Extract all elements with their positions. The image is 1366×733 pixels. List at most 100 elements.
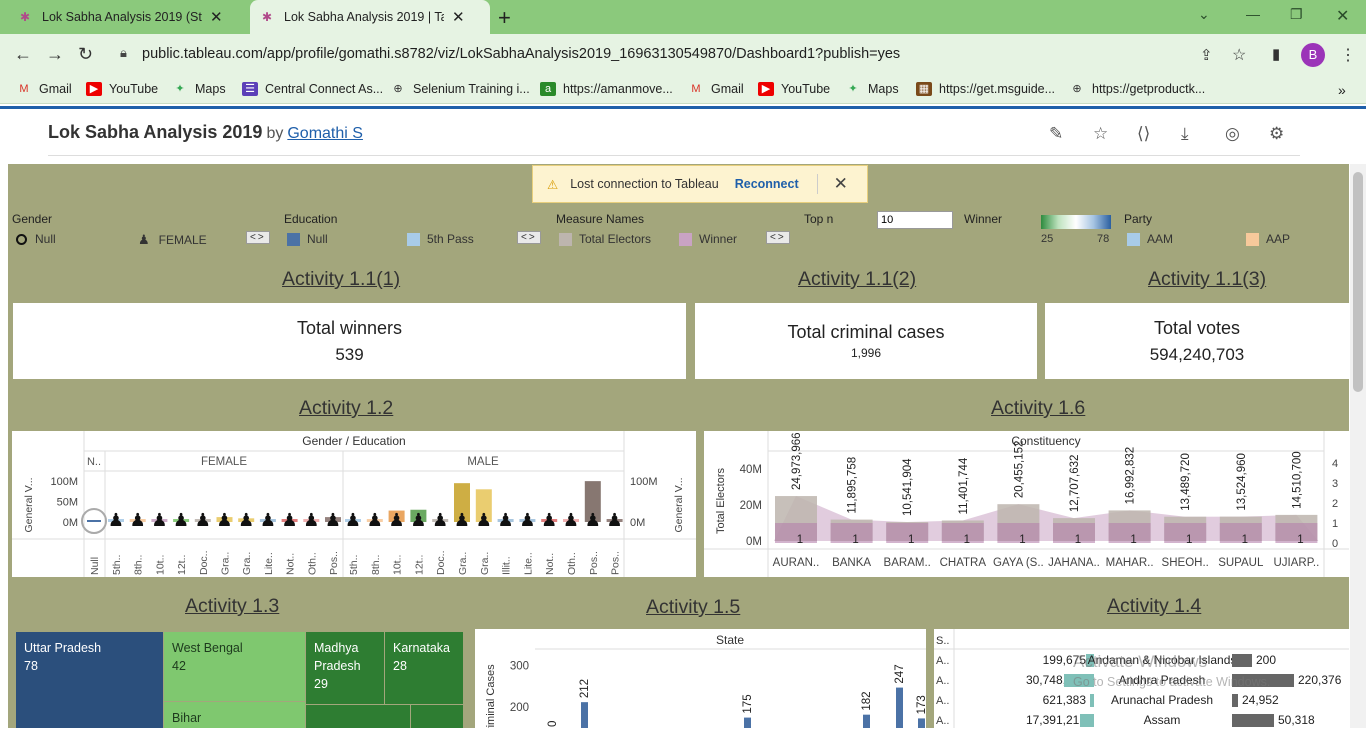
x-tick-label: Doc..	[435, 550, 447, 575]
treemap-cell-karnataka[interactable]: Karnataka 28	[385, 632, 463, 704]
row-header: A..	[936, 675, 949, 687]
column-header-male: MALE	[467, 456, 499, 468]
x-tick-label: Gra..	[220, 552, 232, 575]
person-marker-icon: ♟	[216, 510, 232, 531]
bookmark-selenium[interactable]: ⊕ Selenium Training i...	[390, 82, 529, 96]
winner-gradient-min: 25	[1041, 233, 1054, 245]
gender-item-null[interactable]: Null	[16, 232, 56, 246]
education-pager[interactable]: <>	[517, 231, 541, 244]
criminal-cases-chart[interactable]: State Criminal Cases 300 200 0 212 175 182 247 17…	[475, 629, 928, 733]
top-n-input[interactable]: 10	[877, 211, 953, 229]
measure-item-total-electors[interactable]: Total Electors	[559, 232, 651, 246]
treemap-cell-madhya-pradesh[interactable]: Madhya Pradesh 29	[306, 632, 384, 704]
treemap-cell-west-bengal[interactable]: West Bengal 42	[164, 632, 305, 701]
warning-icon: ⚠	[547, 177, 559, 192]
scrollbar-thumb[interactable]	[1353, 172, 1363, 392]
treemap-cell-uttar-pradesh[interactable]: Uttar Pradesh 78	[16, 632, 163, 728]
bookmark-maps[interactable]: ✦ Maps	[172, 82, 225, 96]
bookmark-getproductkey[interactable]: ⊕ https://getproductk...	[1069, 82, 1205, 96]
measure-item-winner[interactable]: Winner	[679, 232, 737, 246]
share-icon[interactable]: ⟨⟩	[1137, 124, 1150, 144]
reload-icon[interactable]: ↻	[78, 44, 93, 65]
metrics-icon[interactable]: ◎	[1225, 124, 1240, 144]
tab-search-icon[interactable]: ⌄	[1198, 6, 1210, 23]
bar-value-label: 0	[547, 721, 559, 727]
winner-value-label: 1	[964, 534, 970, 546]
share-page-icon[interactable]: ⇪	[1200, 46, 1213, 64]
measure-pager[interactable]: <>	[766, 231, 790, 244]
activity-1-2-panel: Gender / Education N.. FEMALE MALE General V…	[12, 431, 696, 577]
more-bookmarks-icon[interactable]: »	[1338, 82, 1346, 98]
bookmark-gmail[interactable]: M Gmail	[16, 82, 71, 96]
gender-education-chart[interactable]: Gender / Education N.. FEMALE MALE General V…	[12, 431, 696, 577]
restore-icon[interactable]: ❐	[1290, 6, 1303, 23]
side-panel-icon[interactable]: ▮	[1272, 45, 1280, 63]
y-axis-label: Criminal Cases	[485, 664, 497, 728]
x-tick-label: GAYA (S..	[993, 557, 1044, 569]
treemap-cell[interactable]	[306, 705, 410, 728]
windows-activation-watermark: Activate Windows Go to Settings to activ…	[1073, 652, 1271, 689]
close-tab-icon[interactable]: ✕	[452, 8, 465, 26]
chart-header: State	[716, 633, 744, 647]
reconnect-link[interactable]: Reconnect	[735, 177, 799, 191]
close-toast-icon[interactable]: ✕	[834, 174, 848, 194]
bookmark-amanmove[interactable]: a https://amanmove...	[540, 82, 673, 96]
gender-pager[interactable]: <>	[246, 231, 270, 244]
forward-icon[interactable]: →	[46, 44, 64, 65]
person-marker-icon: ♟	[585, 510, 601, 531]
party-item-aap[interactable]: AAP	[1246, 232, 1290, 246]
tableau-favicon-icon: ✱	[261, 10, 273, 24]
education-item-5th-pass[interactable]: 5th Pass	[407, 232, 474, 246]
lock-icon[interactable]: 🔒︎	[120, 45, 127, 61]
total-criminal-cases-card[interactable]: Total criminal cases 1,996	[695, 303, 1037, 379]
treemap-cell[interactable]	[411, 705, 463, 728]
bookmark-maps-2[interactable]: ✦ Maps	[845, 82, 898, 96]
download-icon[interactable]: ⤓	[1181, 124, 1189, 144]
party-item-aam[interactable]: AAM	[1127, 232, 1173, 246]
x-tick-label: BANKA	[832, 557, 871, 569]
bar-value-label: 16,992,832	[1125, 447, 1137, 505]
browser-tab-story[interactable]: ✱ Lok Sabha Analysis 2019 (Story B ✕	[8, 0, 248, 34]
favorite-star-icon[interactable]: ☆	[1093, 124, 1108, 144]
edit-viz-icon[interactable]: ✎	[1049, 124, 1063, 144]
bookmark-youtube[interactable]: ▶ YouTube	[86, 82, 158, 96]
close-tab-icon[interactable]: ✕	[210, 8, 223, 26]
winner-value-label: 1	[797, 534, 803, 546]
url-field[interactable]: public.tableau.com/app/profile/gomathi.s…	[142, 46, 900, 62]
education-item-null[interactable]: Null	[287, 232, 328, 246]
column-header: S..	[936, 635, 949, 647]
minimize-icon[interactable]: —	[1246, 6, 1260, 22]
bookmark-gmail-2[interactable]: M Gmail	[688, 82, 743, 96]
bookmark-star-icon[interactable]: ☆	[1232, 45, 1246, 65]
person-marker-icon: ♟	[238, 510, 254, 531]
close-window-icon[interactable]: ✕	[1336, 6, 1349, 26]
new-tab-button[interactable]: +	[498, 5, 511, 31]
bookmark-youtube-2[interactable]: ▶ YouTube	[758, 82, 830, 96]
total-votes-card[interactable]: Total votes 594,240,703	[1045, 303, 1349, 379]
constituency-chart[interactable]: ConstituencyTotal Electors 40M20M0M432101…	[704, 431, 1349, 577]
browser-tab-dashboard[interactable]: ✱ Lok Sabha Analysis 2019 | Tablea ✕	[250, 0, 490, 34]
total-winners-card[interactable]: Total winners 539	[13, 303, 686, 379]
profile-avatar[interactable]: B	[1301, 43, 1325, 67]
menu-icon[interactable]: ⋮	[1340, 45, 1356, 65]
settings-gear-icon[interactable]: ⚙	[1269, 124, 1284, 144]
color-swatch	[1127, 232, 1140, 246]
left-bar	[1090, 694, 1094, 707]
y-tick-label: 20M	[740, 500, 762, 512]
page-scrollbar[interactable]	[1350, 164, 1366, 728]
person-marker-icon: ♟	[498, 510, 514, 531]
bookmark-central-connect[interactable]: ☰ Central Connect As...	[242, 82, 383, 96]
bookmark-msguide[interactable]: ▦ https://get.msguide...	[916, 82, 1055, 96]
criminal-cases-bar	[918, 718, 925, 728]
right-bar	[1232, 694, 1238, 707]
winner-value-label: 1	[1075, 534, 1081, 546]
treemap-cell-bihar[interactable]: Bihar	[164, 702, 305, 728]
bar-value-label: 173	[916, 695, 926, 714]
back-icon[interactable]: ←	[14, 44, 32, 65]
y2-tick-label: 100M	[630, 476, 658, 488]
state-label: Arunachal Pradesh	[1111, 693, 1213, 707]
author-link[interactable]: Gomathi S	[287, 125, 363, 142]
person-marker-icon: ♟	[389, 510, 405, 531]
state-treemap[interactable]: Uttar Pradesh 78 West Bengal 42 Bihar Madh…	[13, 629, 465, 728]
gender-item-female[interactable]: ♟ FEMALE	[138, 232, 207, 248]
